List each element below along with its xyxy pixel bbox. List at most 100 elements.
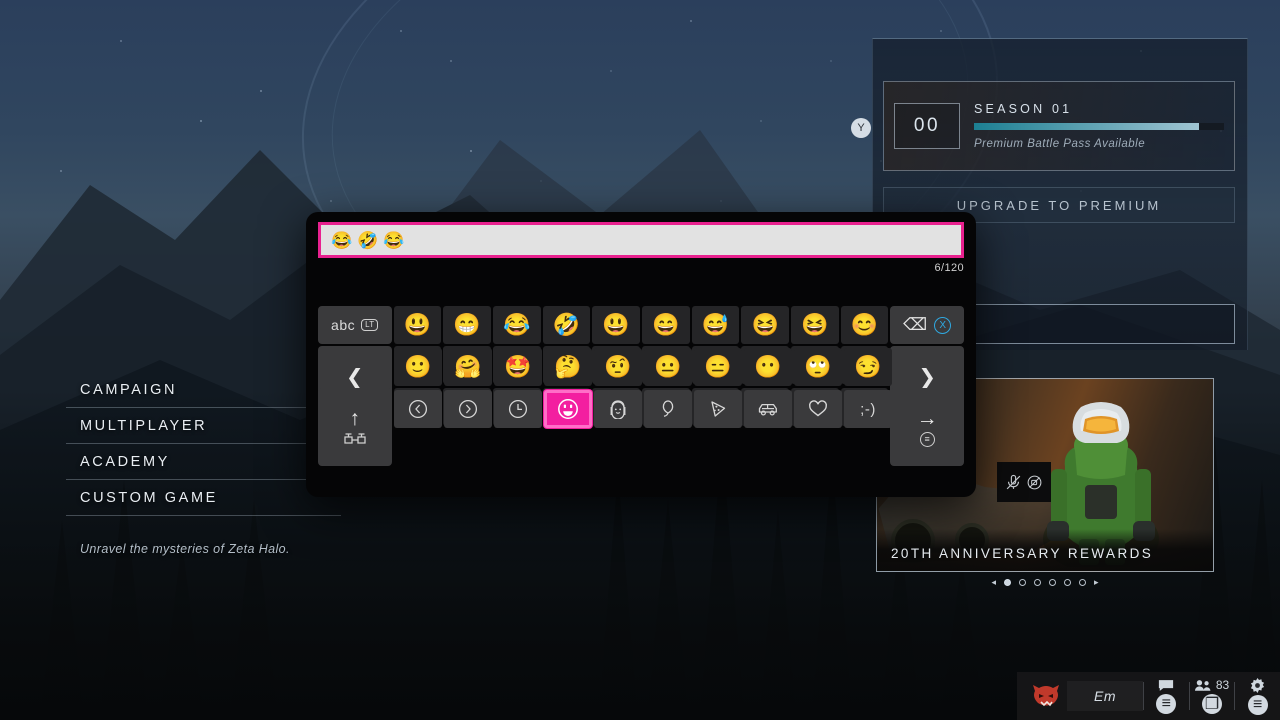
emoji-key[interactable]: 😄 [642,306,690,344]
emoticons-category[interactable]: ;-) [844,390,892,428]
emoji-key[interactable]: 😐 [644,348,692,386]
menu-button-icon: ≡ [920,432,935,447]
menu-item-multiplayer[interactable]: MULTIPLAYER [66,408,341,444]
settings-segment[interactable]: ≡ [1235,672,1280,720]
emoji-key[interactable]: 🤣 [543,306,591,344]
rewards-caption: 20TH ANNIVERSARY REWARDS [877,529,1213,571]
y-button-hint[interactable]: Y [851,118,871,138]
arrow-right-icon: → [917,408,938,429]
person-face-icon [608,399,628,419]
friends-segment[interactable]: 83 ❐ [1190,672,1235,720]
demon-avatar-icon [1031,682,1061,710]
clock-recent-category[interactable] [494,390,542,428]
friends-count-row: 83 [1195,678,1229,692]
menu-item-custom-game[interactable]: CUSTOM GAME [66,480,341,516]
friends-count: 83 [1216,678,1229,692]
travel-category[interactable] [744,390,792,428]
input-emoji: 😂 [331,232,352,249]
car-icon [757,399,779,419]
mic-muted-icon [1005,474,1022,491]
keyboard-input-area: 😂 🤣 😂 6/120 [318,222,964,274]
x-button-icon: X [934,317,951,334]
character-counter: 6/120 [318,262,964,274]
emoji-key[interactable]: 😃 [394,306,442,344]
emoji-key[interactable]: 😃 [592,306,640,344]
lt-trigger-icon: LT [361,319,378,332]
emoji-key[interactable]: 😂 [493,306,541,344]
main-menu: CAMPAIGN MULTIPLAYER ACADEMY CUSTOM GAME… [66,372,341,556]
smileys-category[interactable] [544,390,592,428]
abc-label: abc [331,317,355,333]
emoji-key[interactable]: 🤗 [444,348,492,386]
recent-forward-category[interactable] [444,390,492,428]
battle-pass-progress-fill [974,123,1199,130]
emoji-key[interactable]: 🤨 [594,348,642,386]
smiley-face-icon [557,398,579,420]
carousel-dot[interactable] [1034,579,1041,586]
emoji-key[interactable]: 🤩 [494,348,542,386]
people-category[interactable] [594,390,642,428]
menu-item-academy[interactable]: ACADEMY [66,444,341,480]
emoji-key[interactable]: 😊 [841,306,889,344]
emoji-key[interactable]: 🙂 [394,348,442,386]
symbols-category[interactable] [794,390,842,428]
keyboard-row-1: abc LT 😃 😁 😂 🤣 😃 😄 😅 😆 😆 😊 ⌫ X [318,306,964,344]
carousel-dot[interactable] [1049,579,1056,586]
emoji-keyboard-overlay: 😂 🤣 😂 6/120 abc LT 😃 😁 😂 🤣 😃 😄 😅 😆 😆 😊 ⌫… [306,212,976,497]
menu-tagline: Unravel the mysteries of Zeta Halo. [66,542,341,556]
screenshare-muted-icon [1026,474,1043,491]
keyboard-category-row: ;-) [318,390,964,428]
abc-mode-key[interactable]: abc LT [318,306,392,344]
input-emoji: 🤣 [357,232,378,249]
heart-icon [807,399,829,419]
keyboard-grid: abc LT 😃 😁 😂 🤣 😃 😄 😅 😆 😆 😊 ⌫ X ❮ ❯ 🙂 🤗 🤩… [318,306,964,430]
message-input[interactable]: 😂 🤣 😂 [318,222,964,258]
keyboard-row-3: 🙂 🤗 🤩 🤔 🤨 😐 😑 😶 🙄 😏 [318,348,964,386]
emoji-key[interactable]: 😶 [744,348,792,386]
clock-icon [508,399,528,419]
food-category[interactable] [694,390,742,428]
battle-pass-progress-bar [974,123,1224,130]
chevron-right-icon: ❯ [918,367,936,388]
rewards-carousel-indicator[interactable]: ◂ ▸ [876,578,1214,587]
bottom-status-bar: Em ≡ 83 ❐ ≡ [1017,672,1280,720]
emoji-key[interactable]: 😑 [694,348,742,386]
emoji-key[interactable]: 😅 [692,306,740,344]
shift-key[interactable]: ↑ [318,388,392,466]
chat-menu-button[interactable]: ≡ [1156,694,1176,714]
emoji-key[interactable]: 😁 [443,306,491,344]
triggers-pad-icon [342,432,368,446]
chevron-left-icon: ❮ [346,367,364,388]
settings-menu-button[interactable]: ≡ [1248,695,1268,715]
chat-segment[interactable]: ≡ [1144,672,1189,720]
battle-pass-subtitle: Premium Battle Pass Available [974,138,1224,150]
carousel-dot[interactable] [1004,579,1011,586]
input-emoji: 😂 [383,232,404,249]
emoji-key[interactable]: 😆 [791,306,839,344]
circle-left-icon [408,399,428,419]
friends-icon [1195,679,1211,691]
battle-pass-info: SEASON 01 Premium Battle Pass Available [974,102,1224,150]
submit-key[interactable]: → ≡ [890,388,964,466]
menu-item-campaign[interactable]: CAMPAIGN [66,372,341,408]
recent-back-category[interactable] [394,390,442,428]
emoji-key[interactable]: 🤔 [544,348,592,386]
emoji-key[interactable]: 😏 [844,348,892,386]
carousel-dot[interactable] [1064,579,1071,586]
battle-pass-card[interactable]: 00 SEASON 01 Premium Battle Pass Availab… [883,81,1235,171]
carousel-prev-arrow[interactable]: ◂ [991,578,996,587]
carousel-next-arrow[interactable]: ▸ [1094,578,1099,587]
emoji-key[interactable]: 😆 [741,306,789,344]
nature-category[interactable] [644,390,692,428]
carousel-dot[interactable] [1079,579,1086,586]
game-screen: CAMPAIGN MULTIPLAYER ACADEMY CUSTOM GAME… [0,0,1280,720]
pizza-slice-icon [708,399,728,419]
carousel-dot[interactable] [1019,579,1026,586]
player-segment[interactable]: Em [1017,672,1143,720]
battle-pass-season-label: SEASON 01 [974,102,1224,116]
emoticon-label: ;-) [860,401,876,418]
backspace-key[interactable]: ⌫ X [890,306,964,344]
friends-menu-button[interactable]: ❐ [1202,694,1222,714]
emoji-key[interactable]: 🙄 [794,348,842,386]
arrow-up-icon: ↑ [350,408,361,429]
